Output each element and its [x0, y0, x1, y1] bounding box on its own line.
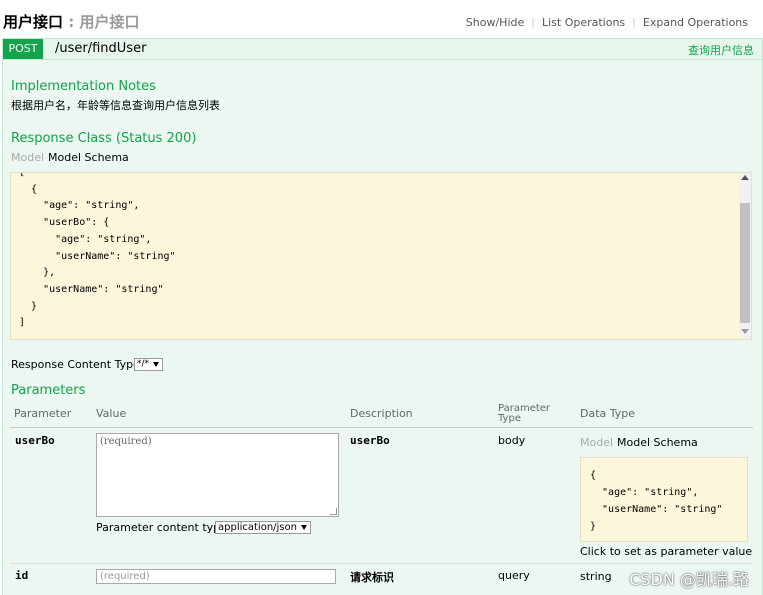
- response-content-type-value: */*: [137, 359, 150, 369]
- scroll-up-arrow-icon[interactable]: [741, 175, 749, 180]
- parameter-type: query: [498, 569, 530, 582]
- model-schema-tab[interactable]: Model Schema: [44, 151, 129, 164]
- column-header-parameter-type: Parameter Type: [498, 404, 550, 424]
- resource-title[interactable]: 用户接口 : 用户接口: [3, 11, 139, 32]
- watermark: CSDN @凯瑞.路: [629, 570, 749, 589]
- parameter-content-type-label: Parameter content type:: [96, 521, 231, 534]
- resource-description: 用户接口: [79, 13, 140, 31]
- parameter-model-tabs: Model Model Schema: [580, 436, 698, 449]
- parameter-name: id: [15, 569, 29, 582]
- resize-grip-icon[interactable]: [330, 508, 337, 515]
- parameter-description: userBo: [350, 434, 390, 447]
- parameter-content-type-select[interactable]: application/json: [215, 521, 311, 534]
- textarea-placeholder: (required): [100, 436, 152, 447]
- resource-operations: Show/Hide | List Operations | Expand Operati…: [459, 16, 755, 29]
- column-header-value: Value: [96, 407, 127, 420]
- http-method-badge[interactable]: POST: [3, 39, 43, 59]
- expand-operations-link[interactable]: Expand Operations: [636, 16, 755, 29]
- column-header-parameter: Parameter: [14, 407, 72, 420]
- id-input[interactable]: (required): [96, 569, 336, 584]
- parameter-content-type-value: application/json: [218, 522, 297, 533]
- userbo-body-textarea[interactable]: (required): [96, 433, 339, 517]
- operation-path[interactable]: /user/findUser: [55, 41, 146, 56]
- list-operations-link[interactable]: List Operations: [535, 16, 632, 29]
- response-schema-json: [ { "age": "string", "userBo": { "age": …: [19, 172, 176, 329]
- row-divider: [10, 563, 753, 564]
- column-header-description: Description: [350, 407, 413, 420]
- model-tab[interactable]: Model: [11, 151, 44, 164]
- model-schema-tab[interactable]: Model Schema: [613, 436, 698, 449]
- response-model-tabs: Model Model Schema: [11, 151, 129, 164]
- snippet-scrollbar[interactable]: [739, 173, 751, 339]
- parameter-schema-snippet[interactable]: { "age": "string", "userName": "string" …: [580, 457, 748, 542]
- response-class-heading: Response Class (Status 200): [11, 131, 197, 146]
- title-separator: :: [63, 13, 80, 31]
- resource-header: 用户接口 : 用户接口 Show/Hide | List Operations | Ex…: [0, 0, 763, 38]
- scroll-thumb[interactable]: [740, 203, 750, 323]
- parameter-type: body: [498, 434, 526, 447]
- chevron-down-icon: [153, 362, 160, 367]
- table-header-rule: [10, 427, 753, 428]
- parameter-schema-json: { "age": "string", "userName": "string" …: [590, 470, 723, 532]
- model-tab[interactable]: Model: [580, 436, 613, 449]
- show-hide-link[interactable]: Show/Hide: [459, 16, 531, 29]
- parameters-heading: Parameters: [11, 383, 86, 398]
- chevron-down-icon: [300, 525, 307, 530]
- scroll-down-arrow-icon[interactable]: [741, 329, 749, 334]
- column-header-data-type: Data Type: [580, 407, 636, 420]
- operation-summary[interactable]: 查询用户信息: [688, 42, 754, 58]
- parameter-data-type: string: [580, 570, 612, 583]
- operation-heading[interactable]: POST /user/findUser 查询用户信息: [2, 38, 763, 60]
- column-header-parameter-type-line2: Type: [498, 413, 521, 424]
- resource-name[interactable]: 用户接口: [3, 13, 63, 31]
- response-schema-snippet[interactable]: [ { "age": "string", "userBo": { "age": …: [10, 172, 752, 340]
- response-content-type-label: Response Content Type: [11, 358, 140, 371]
- set-parameter-hint: Click to set as parameter value: [580, 545, 753, 558]
- parameter-name: userBo: [15, 434, 55, 447]
- response-content-type-select[interactable]: */*: [134, 358, 164, 371]
- parameter-description: 请求标识: [350, 571, 394, 584]
- implementation-notes-text: 根据用户名，年龄等信息查询用户信息列表: [11, 99, 220, 112]
- input-placeholder: (required): [100, 571, 150, 582]
- implementation-notes-heading: Implementation Notes: [11, 79, 156, 94]
